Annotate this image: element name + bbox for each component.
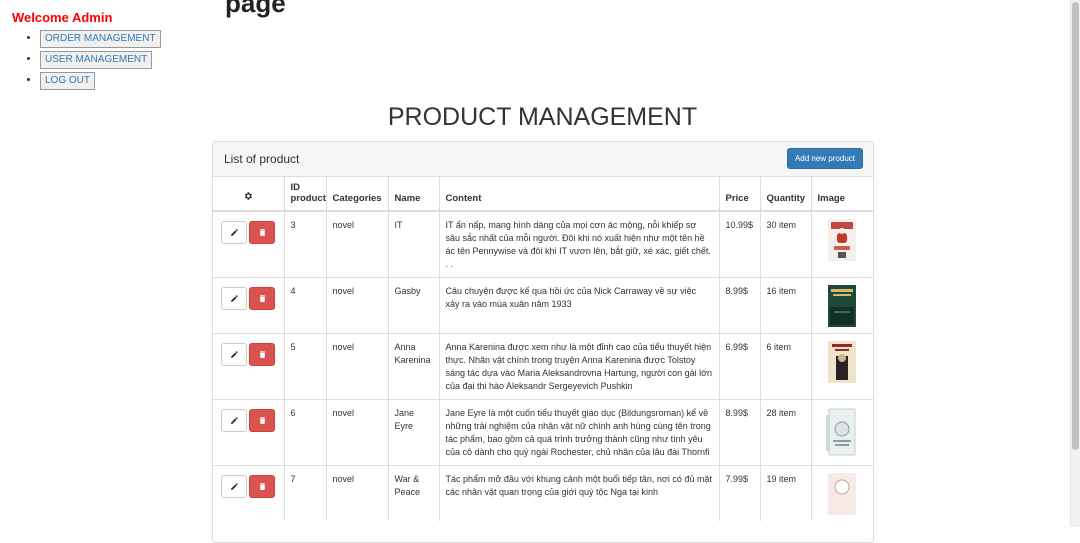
add-product-button[interactable]: Add new product [786,148,863,169]
pencil-icon [230,351,238,358]
cell-category: novel [326,399,389,466]
pencil-icon [230,229,238,236]
table-header-row: ID product Categories Name Content Price… [213,177,873,212]
cell-name: IT [388,210,440,278]
table-row: 3 novel IT IT ẩn nấp, mang hình dáng của… [213,210,873,278]
column-header-name: Name [388,177,440,212]
cell-id: 6 [284,399,327,466]
cell-id: 7 [284,465,327,521]
delete-button[interactable] [249,343,275,366]
delete-button[interactable] [249,287,275,310]
cell-name: Anna Karenina [388,333,440,400]
gear-icon [243,192,253,204]
cell-content: Tác phẩm mở đầu với khung cảnh một buổi … [439,465,720,521]
welcome-text: Welcome Admin [12,10,113,25]
cell-category: novel [326,333,389,400]
cell-name: Jane Eyre [388,399,440,466]
page-title: PRODUCT MANAGEMENT [387,103,698,131]
book-cover-it [828,219,857,261]
cell-name: War & Peace [388,465,440,521]
cell-quantity: 19 item [760,465,812,521]
product-panel: List of product Add new product ID produ… [212,141,874,543]
edit-button[interactable] [221,475,247,498]
row-actions [213,210,285,278]
trash-icon [259,417,265,424]
cell-quantity: 28 item [760,399,812,466]
cell-price: 8.99$ [719,277,761,334]
cell-price: 8.99$ [719,399,761,466]
trash-icon [259,351,265,358]
pencil-icon [230,483,238,490]
settings-column-header [213,177,285,212]
cell-quantity: 6 item [760,333,812,400]
row-actions [213,333,285,400]
cell-image [811,277,873,334]
row-actions [213,277,285,334]
nav-item-user: USER MANAGEMENT [40,51,161,69]
book-cover-gatsby [828,285,857,327]
cell-content: Jane Eyre là một cuốn tiểu thuyết giáo d… [439,399,720,466]
table-row: 6 novel Jane Eyre Jane Eyre là một cuốn … [213,399,873,466]
delete-button[interactable] [249,221,275,244]
cell-content: IT ẩn nấp, mang hình dáng của mọi cơn ác… [439,210,720,278]
row-actions [213,399,285,466]
delete-button[interactable] [249,475,275,498]
delete-button[interactable] [249,409,275,432]
product-table: ID product Categories Name Content Price… [213,177,873,521]
cell-quantity: 30 item [760,210,812,278]
scrollbar-thumb[interactable] [1072,2,1079,450]
cell-category: novel [326,277,389,334]
pencil-icon [230,417,238,424]
cell-content: Câu chuyện được kể qua hồi ức của Nick C… [439,277,720,334]
page-scrollbar[interactable] [1070,0,1080,527]
table-row: 4 novel Gasby Câu chuyện được kể qua hồi… [213,277,873,334]
cell-id: 5 [284,333,327,400]
cell-name: Gasby [388,277,440,334]
cell-id: 4 [284,277,327,334]
cell-image [811,465,873,521]
nav-item-logout: LOG OUT [40,72,161,90]
cell-category: novel [326,210,389,278]
column-header-categories: Categories [326,177,389,212]
column-header-id: ID product [284,177,327,212]
logout-button[interactable]: LOG OUT [40,72,96,90]
trash-icon [259,229,265,236]
column-header-image: Image [811,177,873,212]
trash-icon [259,483,265,490]
user-management-button[interactable]: USER MANAGEMENT [40,51,153,69]
pencil-icon [230,295,238,302]
book-cover-anna-karenina [828,341,857,383]
edit-button[interactable] [221,221,247,244]
column-header-price: Price [719,177,761,212]
cell-price: 6.99$ [719,333,761,400]
admin-nav: ORDER MANAGEMENT USER MANAGEMENT LOG OUT [12,30,161,93]
cell-price: 10.99$ [719,210,761,278]
clipped-page-heading: page [225,0,286,18]
edit-button[interactable] [221,287,247,310]
cell-image [811,399,873,466]
trash-icon [259,295,265,302]
cell-price: 7.99$ [719,465,761,521]
cell-image [811,210,873,278]
book-cover-jane-eyre [823,407,862,459]
nav-item-order: ORDER MANAGEMENT [40,30,161,48]
cell-id: 3 [284,210,327,278]
order-management-button[interactable]: ORDER MANAGEMENT [40,30,161,48]
column-header-quantity: Quantity [760,177,812,212]
cell-content: Anna Karenina được xem như là một đỉnh c… [439,333,720,400]
table-row: 7 novel War & Peace Tác phẩm mở đầu với … [213,465,873,521]
book-cover-war-peace [828,473,857,515]
cell-category: novel [326,465,389,521]
row-actions [213,465,285,521]
cell-quantity: 16 item [760,277,812,334]
table-row: 5 novel Anna Karenina Anna Karenina được… [213,333,873,400]
panel-title: List of product [224,152,300,166]
edit-button[interactable] [221,343,247,366]
edit-button[interactable] [221,409,247,432]
cell-image [811,333,873,400]
panel-heading: List of product Add new product [213,142,873,177]
column-header-content: Content [439,177,720,212]
